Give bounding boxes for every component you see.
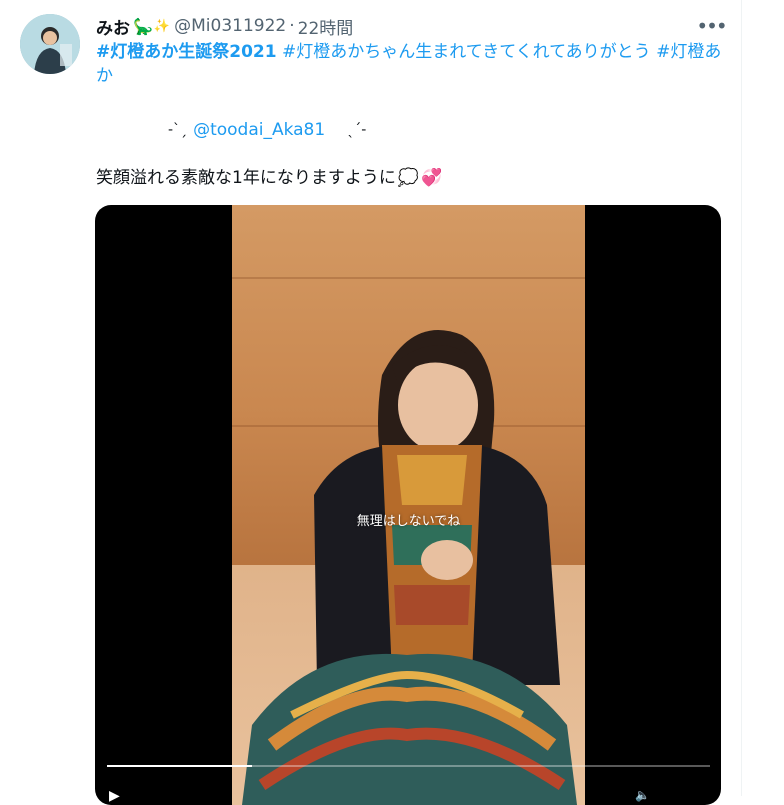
more-options-icon[interactable]: ••• — [696, 14, 727, 38]
hashtag-birthday[interactable]: #灯橙あか生誕祭2021 — [96, 42, 277, 62]
dinosaur-emoji: 🦕 — [133, 16, 153, 36]
mention-link[interactable]: @toodai_Aka81 — [193, 118, 325, 142]
timestamp[interactable]: 22時間 — [298, 14, 354, 39]
wish-text: 笑顔溢れる素敵な1年になりますように — [96, 168, 396, 188]
sparkle-emoji: ✨ — [153, 18, 171, 34]
avatar[interactable] — [20, 14, 80, 74]
video-progress-fill — [107, 765, 252, 767]
mention-line: -ˋˏ @toodai_Aka81 ˎˊ- — [168, 118, 366, 142]
video-player[interactable]: 無理はしないでね ▶ 🔈 — [95, 205, 721, 805]
wish-line: 笑顔溢れる素敵な1年になりますように 💭 💞 — [96, 166, 442, 190]
hearts-emoji: 💞 — [421, 168, 443, 188]
separator-dot: · — [289, 16, 295, 36]
hashtag-thanks[interactable]: #灯橙あかちゃん生まれてきてくれてありがとう — [282, 42, 651, 62]
user-handle[interactable]: @Mi0311922 — [174, 16, 286, 36]
mention-deco-right: ˎˊ- — [347, 122, 367, 138]
play-icon[interactable]: ▶ — [109, 788, 125, 804]
video-subtitle: 無理はしないでね — [356, 514, 461, 529]
avatar-image — [20, 14, 80, 74]
display-name[interactable]: みお — [96, 14, 130, 39]
mention-deco-left: -ˋˏ — [168, 122, 188, 138]
tweet-text: #灯橙あか生誕祭2021 #灯橙あかちゃん生まれてきてくれてありがとう #灯橙あ… — [96, 40, 726, 88]
video-frame[interactable] — [232, 205, 585, 805]
video-person — [242, 330, 577, 805]
tweet-header: みお 🦕 ✨ @Mi0311922 · 22時間 — [96, 14, 354, 39]
volume-icon[interactable]: 🔈 — [635, 788, 651, 804]
video-progress-bar[interactable] — [107, 765, 710, 767]
column-divider — [741, 0, 742, 796]
thought-bubble-emoji: 💭 — [397, 168, 419, 188]
